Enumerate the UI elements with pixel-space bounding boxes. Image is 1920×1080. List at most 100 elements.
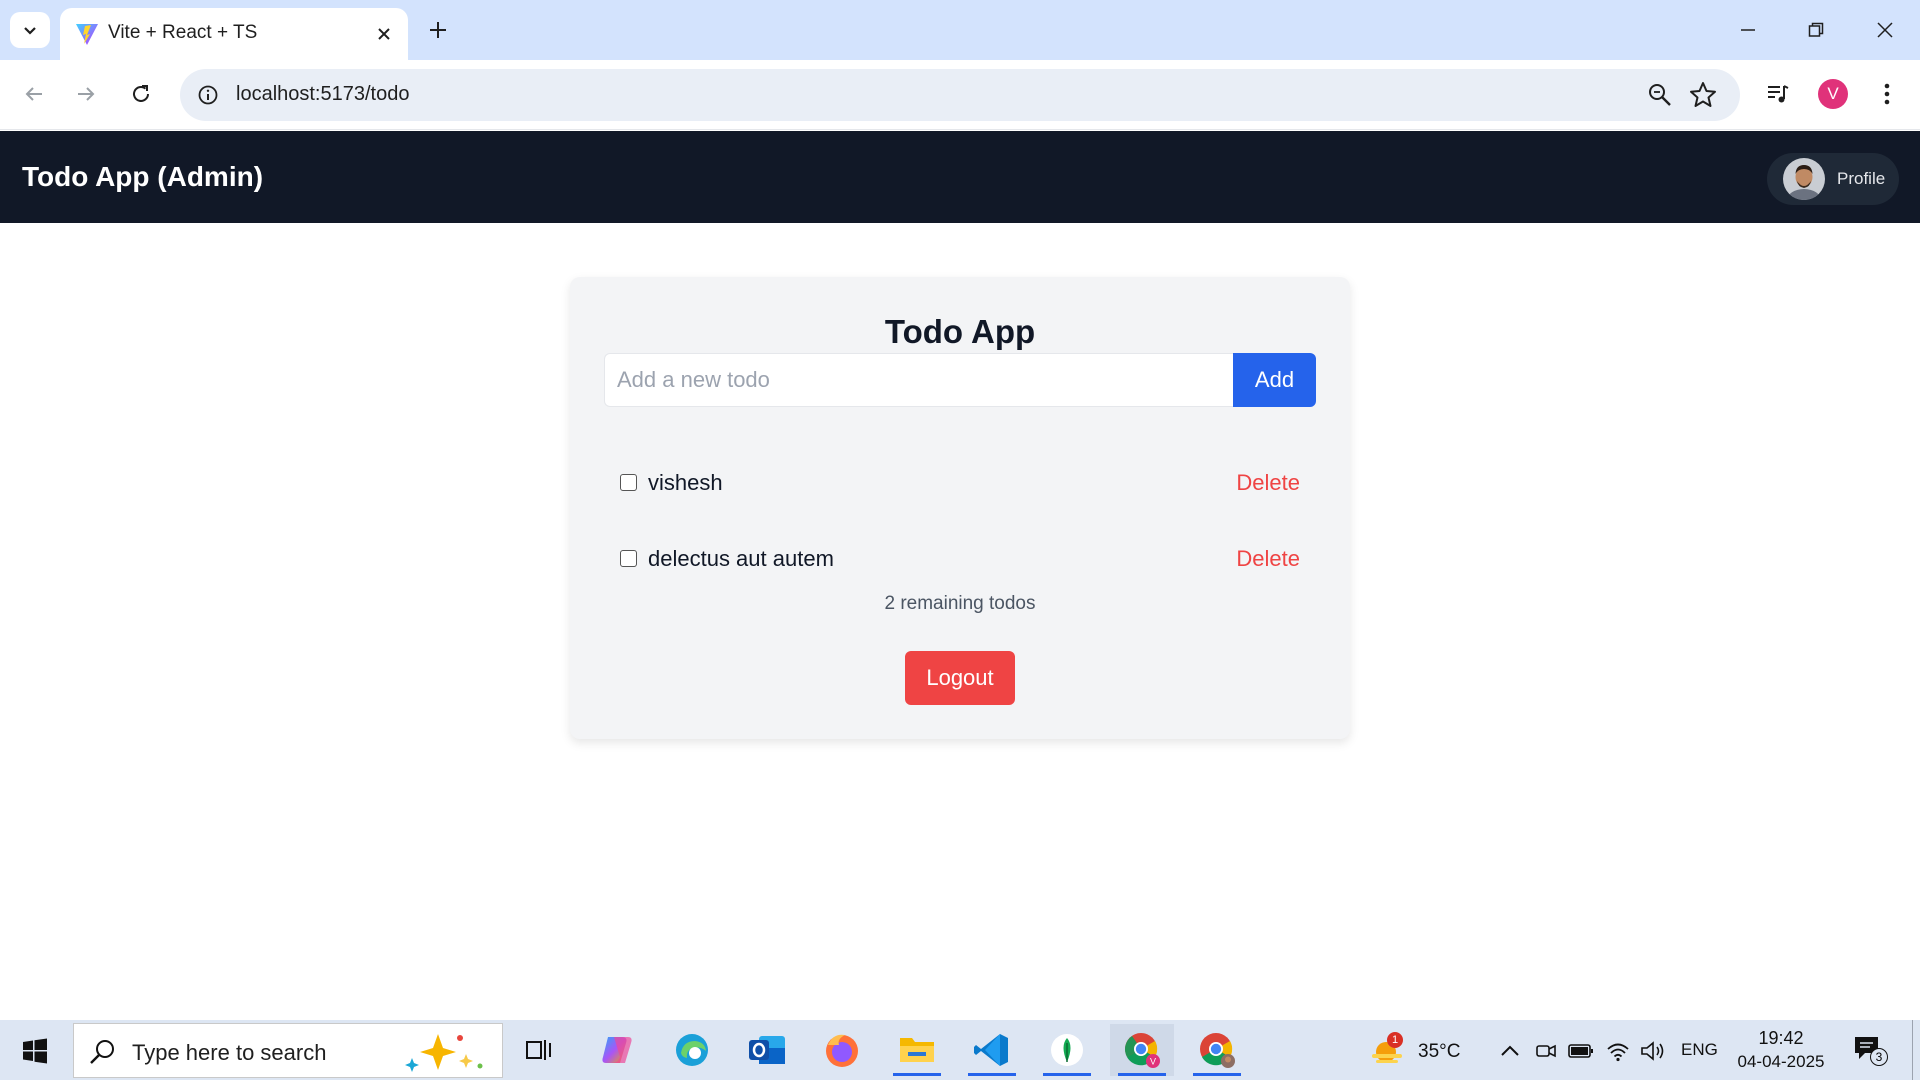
delete-todo-button[interactable]: Delete [1236,470,1300,496]
app-title: Todo App (Admin) [22,161,264,192]
show-hidden-icons-button[interactable] [1497,1038,1523,1064]
taskbar-vscode[interactable] [960,1024,1024,1076]
copilot-icon [602,1037,632,1063]
firefox-icon [826,1034,858,1067]
copilot-sparkle-icon [405,1034,483,1072]
wifi-icon[interactable] [1605,1038,1631,1064]
back-button[interactable] [14,74,54,114]
taskbar-chrome-profile[interactable] [1185,1024,1249,1076]
profile-avatar [1783,158,1825,200]
plus-icon [430,22,446,38]
chevron-up-icon [1501,1045,1519,1056]
search-icon [90,1040,114,1064]
vite-logo-icon [76,24,98,45]
task-view-icon [526,1040,551,1060]
weather-widget[interactable]: 1 35°C [1368,1030,1478,1072]
new-todo-input[interactable] [604,353,1233,407]
taskbar-search[interactable]: Type here to search [73,1023,503,1078]
weather-badge: 1 [1387,1032,1403,1048]
clock[interactable]: 19:42 04-04-2025 [1730,1026,1832,1076]
taskbar-file-explorer[interactable] [885,1024,949,1076]
reload-icon [133,85,149,102]
close-tab-icon[interactable] [370,20,398,48]
outlook-icon [749,1036,785,1064]
site-info-icon[interactable] [194,81,222,109]
restore-icon [1808,22,1824,37]
notifications-button[interactable]: 3 [1852,1034,1888,1068]
chevron-down-icon [24,27,36,35]
running-indicator [1193,1073,1241,1076]
app-header: Todo App (Admin) Profile [0,131,1920,223]
temperature: 35°C [1418,1041,1461,1062]
vscode-icon [974,1034,1008,1066]
todo-item: vishesh Delete [604,458,1316,508]
avatar: V [1818,79,1848,109]
input-language[interactable]: ENG [1681,1040,1718,1060]
card-title: Todo App [884,313,1036,350]
profile-label: Profile [1837,169,1886,188]
todo-text: delectus aut autem [648,546,834,571]
windows-logo-icon [23,1038,47,1064]
running-indicator [1118,1073,1166,1076]
minimize-button[interactable] [1726,10,1770,50]
todo-card: Todo App Add vishesh Delete delectus aut… [570,277,1350,739]
remaining-count: 2 remaining todos [884,593,1036,614]
taskbar: Type here to search V 1 35°C ENG 19:42 0… [0,1020,1920,1080]
close-window-button[interactable] [1863,10,1907,50]
show-desktop-button[interactable] [1912,1020,1920,1080]
folder-icon [900,1038,934,1062]
clock-date: 04-04-2025 [1737,1052,1825,1071]
taskbar-edge[interactable] [660,1024,724,1076]
chrome-icon [1200,1033,1235,1068]
browser-tab[interactable]: Vite + React + TS [60,8,408,60]
meet-now-icon[interactable] [1533,1038,1559,1064]
address-bar[interactable]: localhost:5173/todo [180,69,1740,121]
taskbar-mongodb-compass[interactable] [1035,1024,1099,1076]
media-controls-button[interactable] [1758,74,1798,114]
notification-count: 3 [1870,1048,1888,1066]
edge-icon [676,1034,708,1066]
reload-button[interactable] [121,74,161,114]
logout-button[interactable]: Logout [905,651,1015,705]
todo-checkbox[interactable] [620,550,637,567]
task-view-button[interactable] [507,1024,571,1076]
browser-menu-button[interactable] [1867,74,1907,114]
add-todo-button[interactable]: Add [1233,353,1316,407]
running-indicator [968,1073,1016,1076]
search-placeholder: Type here to search [132,1040,327,1065]
profile-button[interactable]: Profile [1767,153,1899,205]
battery-icon[interactable] [1568,1038,1594,1064]
browser-toolbar: localhost:5173/todo V [0,60,1920,130]
minimize-icon [1741,29,1755,31]
bookmark-star-icon[interactable] [1688,80,1718,110]
running-indicator [1043,1073,1091,1076]
playlist-music-icon [1768,85,1789,103]
clock-time: 19:42 [1758,1028,1804,1048]
taskbar-chrome-active[interactable]: V [1110,1024,1174,1076]
mongodb-icon [1051,1034,1083,1066]
todo-text: vishesh [648,470,723,495]
tab-search-button[interactable] [10,12,50,48]
taskbar-firefox[interactable] [810,1024,874,1076]
kebab-menu-icon [1884,83,1890,105]
arrow-right-icon [78,87,95,101]
start-button[interactable] [14,1034,56,1068]
new-tab-button[interactable] [422,14,454,46]
close-icon [1877,22,1893,38]
zoom-icon[interactable] [1646,81,1674,109]
taskbar-copilot[interactable] [585,1024,649,1076]
todo-checkbox[interactable] [620,474,637,491]
restore-button[interactable] [1794,10,1838,50]
url-text[interactable]: localhost:5173/todo [236,83,409,106]
delete-todo-button[interactable]: Delete [1236,546,1300,572]
tab-title: Vite + React + TS [108,22,258,43]
taskbar-outlook[interactable] [735,1024,799,1076]
forward-button[interactable] [66,74,106,114]
volume-icon[interactable] [1640,1038,1666,1064]
todo-item: delectus aut autem Delete [604,534,1316,584]
running-indicator [893,1073,941,1076]
profile-menu-button[interactable]: V [1813,74,1853,114]
arrow-left-icon [25,87,42,101]
svg-text:V: V [1150,1057,1156,1067]
browser-tab-strip: Vite + React + TS [0,0,1920,60]
